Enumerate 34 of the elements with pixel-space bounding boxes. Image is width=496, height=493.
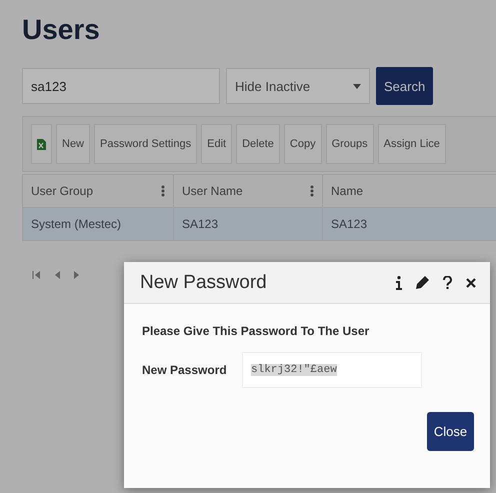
dialog-message: Please Give This Password To The User (142, 324, 370, 338)
toolbar-button[interactable]: Copy (284, 124, 322, 164)
toolbar-button[interactable]: Delete (236, 124, 280, 164)
search-field[interactable]: sa123 (22, 68, 220, 104)
table-cell: SA123 (322, 208, 496, 240)
table-cell: System (Mestec) (22, 208, 174, 240)
column-header[interactable]: Name (322, 174, 496, 208)
page-title: Users (22, 14, 101, 46)
first-page-icon[interactable] (32, 271, 40, 279)
table-cell: SA123 (174, 208, 322, 240)
toolbar-button[interactable]: Password Settings (94, 124, 198, 164)
kebab-menu-icon[interactable] (310, 185, 314, 197)
column-header[interactable]: User Name (174, 174, 322, 208)
next-page-icon[interactable] (74, 271, 80, 279)
column-header[interactable]: User Group (22, 174, 174, 208)
search-button[interactable]: Search (376, 67, 434, 105)
close-icon[interactable] (466, 278, 476, 288)
export-button[interactable] (31, 124, 52, 164)
dialog-title: New Password (140, 272, 267, 294)
close-button[interactable]: Close (427, 412, 474, 451)
caret-icon (353, 84, 361, 88)
toolbar-button[interactable]: New (56, 124, 90, 164)
toolbar-button[interactable]: Assign Lice (378, 124, 446, 164)
previous-page-icon[interactable] (54, 271, 60, 279)
status-dropdown[interactable]: Hide Inactive (226, 68, 370, 104)
info-icon[interactable] (396, 276, 402, 290)
kebab-menu-icon[interactable] (161, 185, 165, 197)
password-field[interactable]: slkrj32!"£aew (242, 352, 422, 388)
spreadsheet-icon (37, 138, 46, 150)
field-label: New Password (142, 363, 228, 377)
pencil-icon[interactable] (416, 276, 429, 289)
help-icon[interactable] (443, 276, 452, 289)
toolbar-button[interactable]: Edit (201, 124, 232, 164)
toolbar-button[interactable]: Groups (326, 124, 374, 164)
